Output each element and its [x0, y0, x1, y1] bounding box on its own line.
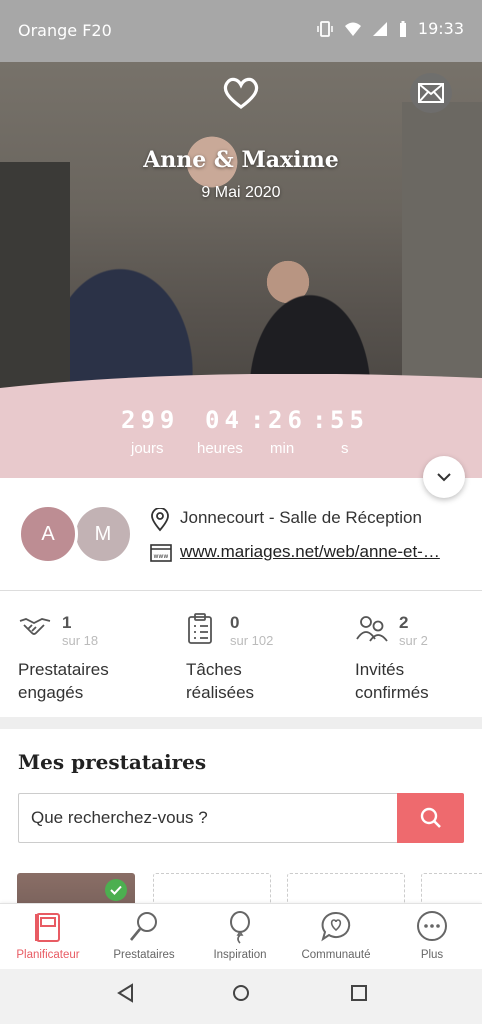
- countdown-days: 299: [121, 406, 180, 434]
- stat-vendors[interactable]: 1 sur 18 Prestataires engagés: [18, 591, 168, 717]
- guests-icon: [356, 616, 388, 642]
- vendor-search-input[interactable]: [19, 794, 398, 842]
- planner-icon: [35, 913, 60, 942]
- tab-label: Inspiration: [213, 949, 267, 961]
- countdown-seconds: 55: [330, 406, 369, 434]
- back-icon[interactable]: [116, 983, 136, 1003]
- signal-icon: [372, 21, 387, 36]
- balloon-icon: [230, 911, 250, 944]
- section-divider: [0, 717, 482, 729]
- tab-communaute[interactable]: Communauté: [288, 904, 384, 970]
- more-icon: [417, 911, 447, 941]
- clipboard-icon: [188, 613, 212, 644]
- countdown-hours-label: heures: [197, 440, 243, 457]
- stat-value: 2: [399, 613, 409, 632]
- wedding-info: A M Jonnecourt - Salle de Réception www …: [0, 478, 482, 591]
- vendor-cards: [0, 873, 482, 903]
- carrier-label: Orange F20: [18, 21, 112, 40]
- vendor-card[interactable]: [17, 873, 135, 903]
- vendor-card-placeholder[interactable]: [153, 873, 271, 903]
- home-icon[interactable]: [231, 983, 251, 1003]
- handshake-icon: [19, 618, 51, 635]
- vendors-section-title: Mes prestataires: [18, 750, 207, 774]
- stat-guests[interactable]: 2 sur 2 Invités confirmés: [355, 591, 482, 717]
- stat-total: sur 2: [399, 633, 428, 648]
- clock: 19:33: [417, 19, 464, 38]
- wifi-icon: [344, 22, 361, 36]
- wedding-location: Jonnecourt - Salle de Réception: [180, 508, 422, 527]
- status-bar: Orange F20 19:33: [0, 0, 482, 62]
- svg-text:www: www: [154, 553, 169, 560]
- recents-icon[interactable]: [349, 983, 369, 1003]
- website-icon: www: [150, 544, 172, 562]
- tab-plus[interactable]: Plus: [384, 904, 480, 970]
- bottom-tab-bar: Planificateur Prestataires Inspiration C…: [0, 903, 482, 969]
- stat-value: 0: [230, 613, 240, 632]
- battery-icon: [399, 20, 406, 37]
- stat-label: Prestataires engagés: [18, 660, 109, 702]
- tab-prestataires[interactable]: Prestataires: [96, 904, 192, 970]
- invitation-button[interactable]: [410, 73, 452, 113]
- tab-label: Planificateur: [16, 949, 80, 961]
- countdown-seconds-label: s: [341, 440, 349, 457]
- search-button[interactable]: [397, 793, 464, 843]
- wedding-stats: 1 sur 18 Prestataires engagés 0 sur 102 T…: [0, 591, 482, 717]
- avatar-anne[interactable]: A: [18, 504, 78, 564]
- vibrate-icon: [317, 20, 333, 37]
- wedding-website-link[interactable]: www.mariages.net/web/anne-et-…: [180, 542, 468, 562]
- system-nav-bar: [0, 969, 482, 1024]
- envelope-icon: [418, 83, 444, 103]
- countdown-days-label: jours: [131, 440, 164, 457]
- countdown-separator: :: [312, 406, 327, 434]
- tab-label: Plus: [420, 949, 444, 961]
- countdown: 299 04 : 26 : 55 jours heures min s: [0, 374, 482, 478]
- tab-label: Prestataires: [113, 949, 175, 961]
- heart-logo-icon: [223, 77, 259, 109]
- stat-tasks[interactable]: 0 sur 102 Tâches réalisées: [186, 591, 336, 717]
- magnifier-icon: [129, 912, 157, 941]
- stat-label: Invités confirmés: [355, 660, 429, 702]
- location-pin-icon: [151, 508, 169, 532]
- search-icon: [420, 807, 441, 828]
- status-icons: 19:33: [316, 19, 464, 38]
- chat-heart-icon: [321, 911, 351, 942]
- stat-total: sur 18: [62, 633, 99, 648]
- avatar-maxime[interactable]: M: [73, 504, 133, 564]
- couple-name: Anne & Maxime: [143, 147, 339, 173]
- vendor-search: [18, 793, 464, 843]
- countdown-minutes: 26: [268, 406, 307, 434]
- tab-planificateur[interactable]: Planificateur: [0, 904, 96, 970]
- check-icon: [105, 879, 127, 901]
- countdown-minutes-label: min: [270, 440, 295, 457]
- countdown-separator: :: [250, 406, 265, 434]
- tab-label: Communauté: [301, 949, 371, 961]
- vendor-card-placeholder[interactable]: [287, 873, 405, 903]
- tab-inspiration[interactable]: Inspiration: [192, 904, 288, 970]
- wedding-date: 9 Mai 2020: [201, 184, 281, 201]
- stat-total: sur 102: [230, 633, 274, 648]
- countdown-hours: 04: [205, 406, 244, 434]
- stat-value: 1: [62, 613, 72, 632]
- vendor-card-placeholder[interactable]: [421, 873, 482, 903]
- stat-label: Tâches réalisées: [186, 660, 255, 702]
